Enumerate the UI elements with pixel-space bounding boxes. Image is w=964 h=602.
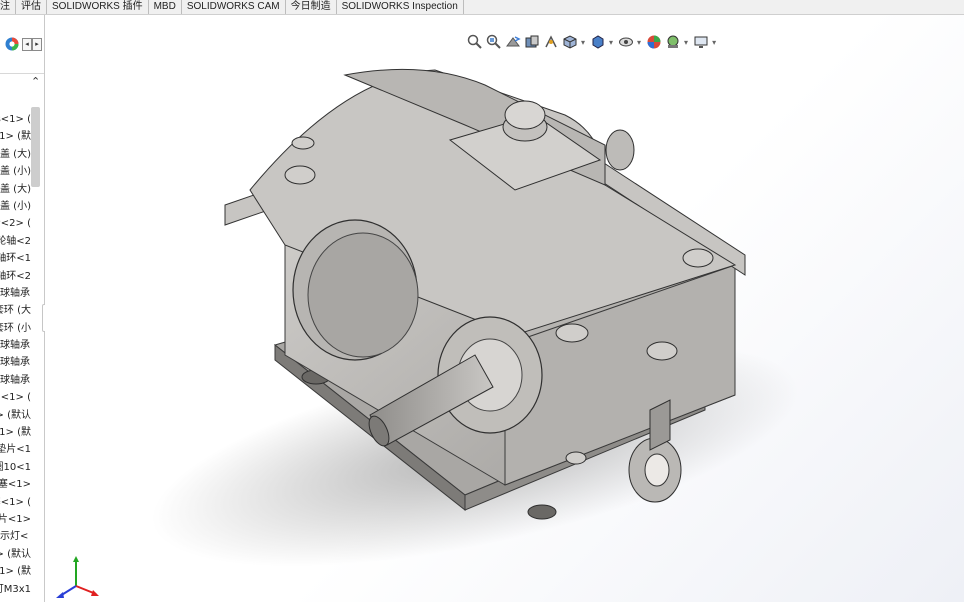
- tree-item-label: 球轴承: [0, 287, 30, 299]
- tab-today-manufacturing[interactable]: 今日制造: [286, 0, 337, 14]
- dynamic-annotation-icon[interactable]: [543, 34, 559, 50]
- tree-item-label: 套环 (大: [0, 305, 31, 317]
- tree-item[interactable]: 1> (默认: [0, 546, 31, 563]
- coordinate-triad-icon: [56, 556, 99, 598]
- tree-item-label: 示灯<: [0, 531, 29, 543]
- tree-item[interactable]: 轴环<2: [0, 268, 31, 285]
- tree-item-label: 标塞<1>: [0, 479, 31, 491]
- tree-item-label: 塞<1> (: [0, 496, 31, 508]
- tree-item[interactable]: 轴环<1: [0, 250, 31, 267]
- tree-item-label: 轮<2> (: [0, 218, 31, 230]
- tree-item[interactable]: 塞<1> (: [0, 494, 31, 511]
- tree-item-label: 轴环<2: [0, 270, 31, 282]
- apply-scene-icon[interactable]: [665, 34, 681, 50]
- tree-item[interactable]: 套环 (大: [0, 302, 31, 319]
- tree-item[interactable]: 示灯<: [0, 528, 31, 545]
- view-orientation-icon[interactable]: [562, 34, 578, 50]
- tree-item[interactable]: 盖 (大): [0, 181, 31, 198]
- tree-item[interactable]: 轮<2> (: [0, 215, 31, 232]
- graphics-area[interactable]: ▾ ▾ ▾ ▾ ▾: [45, 15, 964, 602]
- zoom-to-area-icon[interactable]: [486, 34, 502, 50]
- tree-item-label: 套环 (小: [0, 322, 31, 334]
- tree-item[interactable]: 1> (默认: [0, 407, 31, 424]
- tree-item-label: <1> (默: [0, 427, 31, 439]
- hide-show-items-icon[interactable]: [618, 34, 634, 50]
- divider: [0, 73, 44, 74]
- tree-item-label: 盖 (小): [0, 200, 31, 212]
- tree-item-label: 片<1>: [0, 513, 31, 525]
- tree-item-label: 盖 (小): [0, 166, 31, 178]
- gearbox-model[interactable]: [45, 15, 964, 602]
- chevron-up-icon[interactable]: ⌃: [31, 75, 40, 88]
- panel-scroll-left-button[interactable]: ◂: [22, 38, 32, 51]
- previous-view-icon[interactable]: [505, 34, 521, 50]
- chevron-down-icon[interactable]: ▾: [684, 38, 688, 47]
- tree-item-label: s<1> (: [0, 114, 31, 125]
- tree-scrollbar[interactable]: [31, 107, 40, 187]
- heads-up-toolbar: ▾ ▾ ▾ ▾ ▾: [467, 32, 718, 52]
- view-settings-icon[interactable]: [693, 34, 709, 50]
- tree-item[interactable]: 标塞<1>: [0, 476, 31, 493]
- tree-item-label: 钉M3x1: [0, 583, 31, 595]
- tab-solidworks-cam[interactable]: SOLIDWORKS CAM: [182, 0, 286, 14]
- tree-item[interactable]: 圈10<1: [0, 459, 31, 476]
- tree-item[interactable]: 球轴承: [0, 285, 31, 302]
- tree-item-label: 垫片<1: [0, 444, 31, 456]
- tree-item-label: 1> (默: [0, 566, 31, 578]
- tree-item-label: 1> (默认: [0, 409, 31, 421]
- tab-annotation[interactable]: 注: [0, 0, 16, 14]
- chevron-down-icon[interactable]: ▾: [581, 38, 585, 47]
- chevron-down-icon[interactable]: ▾: [637, 38, 641, 47]
- tree-item[interactable]: 盖 (小): [0, 163, 31, 180]
- tree-item[interactable]: 1> (默: [0, 128, 31, 145]
- tree-item-label: 球轴承: [0, 357, 30, 369]
- edit-appearance-icon[interactable]: [646, 34, 662, 50]
- tree-item[interactable]: 1> (默: [0, 563, 31, 580]
- tree-item-label: 1> (默: [0, 131, 31, 143]
- display-manager-icon[interactable]: [4, 36, 20, 52]
- section-view-icon[interactable]: [524, 34, 540, 50]
- tree-item[interactable]: s<1> (: [0, 111, 31, 128]
- tab-evaluate[interactable]: 评估: [16, 0, 47, 14]
- tree-item[interactable]: <1> (默: [0, 424, 31, 441]
- panel-toolbar: ◂ ▸: [0, 32, 44, 56]
- feature-manager-panel: ◂ ▸ ⌃ s<1> (1> (默盖 (大)盖 (小)盖 (大)盖 (小)轮<2…: [0, 15, 50, 602]
- tree-item[interactable]: 盖 (小): [0, 198, 31, 215]
- tree-item[interactable]: 盖 (大): [0, 146, 31, 163]
- chevron-down-icon[interactable]: ▾: [609, 38, 613, 47]
- tree-item[interactable]: 球轴承: [0, 372, 31, 389]
- tree-item[interactable]: 钉M3x1: [0, 581, 31, 598]
- chevron-down-icon[interactable]: ▾: [712, 38, 716, 47]
- tab-solidworks-addins[interactable]: SOLIDWORKS 插件: [47, 0, 149, 14]
- tree-item-label: 圈<1> (: [0, 392, 31, 404]
- zoom-to-fit-icon[interactable]: [467, 34, 483, 50]
- tab-solidworks-inspection[interactable]: SOLIDWORKS Inspection: [337, 0, 464, 14]
- tree-item[interactable]: 片<1>: [0, 511, 31, 528]
- tab-mbd[interactable]: MBD: [149, 0, 182, 14]
- tree-item-label: 圈10<1: [0, 461, 31, 473]
- tree-item-label: 球轴承: [0, 374, 30, 386]
- tree-item[interactable]: 圈<1> (: [0, 389, 31, 406]
- tree-item-label: 轴环<1: [0, 253, 31, 265]
- tree-item[interactable]: 球轴承: [0, 337, 31, 354]
- tree-item-label: 轮轴<2: [0, 235, 31, 247]
- tree-item[interactable]: 套环 (小: [0, 320, 31, 337]
- display-style-icon[interactable]: [590, 34, 606, 50]
- tree-item-label: 1> (默认: [0, 548, 31, 560]
- command-manager-tabs: 注 评估 SOLIDWORKS 插件 MBD SOLIDWORKS CAM 今日…: [0, 0, 964, 15]
- tree-item[interactable]: 球轴承: [0, 354, 31, 371]
- feature-tree: s<1> (1> (默盖 (大)盖 (小)盖 (大)盖 (小)轮<2> (轮轴<…: [0, 111, 31, 598]
- panel-scroll-right-button[interactable]: ▸: [32, 38, 42, 51]
- tree-item-label: 球轴承: [0, 340, 30, 352]
- tree-item[interactable]: 轮轴<2: [0, 233, 31, 250]
- tree-item-label: 盖 (大): [0, 148, 31, 160]
- tree-item-label: 盖 (大): [0, 183, 31, 195]
- tree-item[interactable]: 垫片<1: [0, 441, 31, 458]
